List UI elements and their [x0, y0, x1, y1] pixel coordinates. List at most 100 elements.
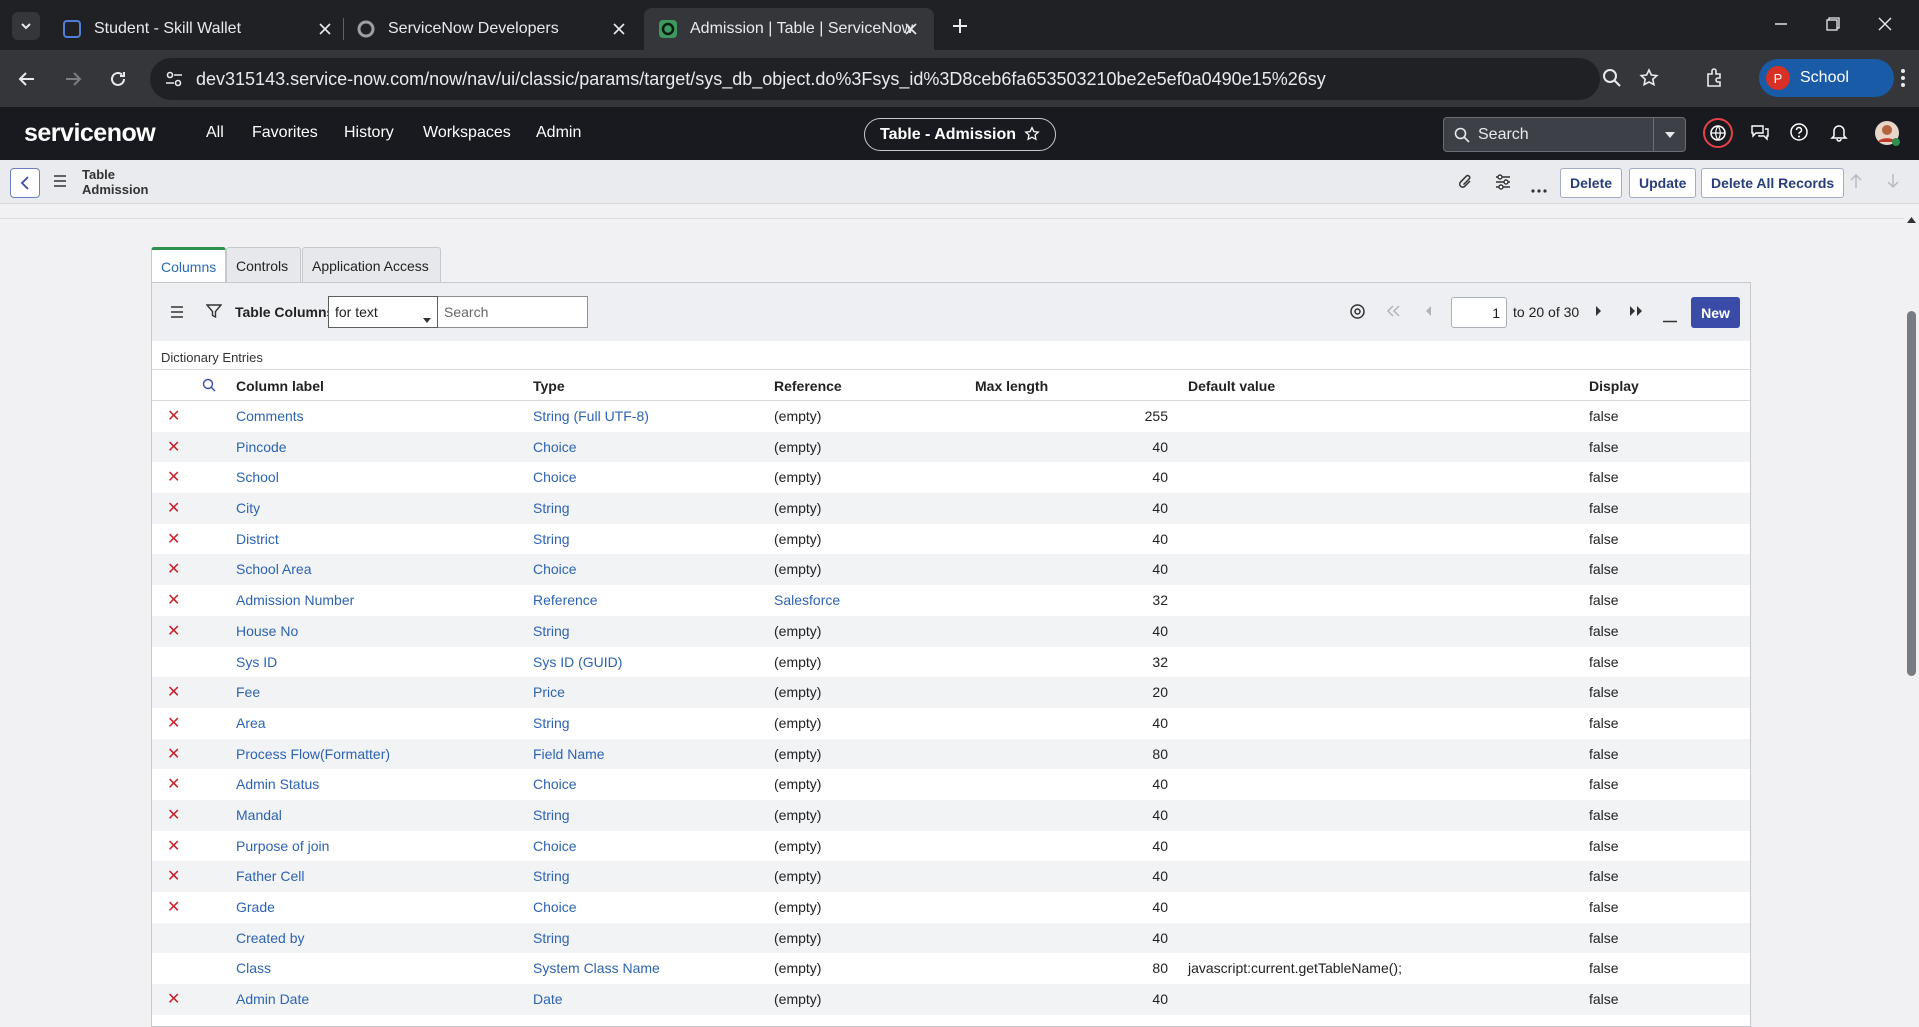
next-page-icon[interactable]: [1595, 304, 1603, 322]
chat-icon[interactable]: [1750, 122, 1770, 147]
back-arrow-icon[interactable]: [12, 64, 42, 94]
cell-type[interactable]: Choice: [533, 561, 577, 577]
delete-row-x-icon[interactable]: ✕: [167, 866, 180, 886]
column-header-label[interactable]: Column label: [236, 378, 324, 394]
cell-column-label[interactable]: Class: [236, 960, 271, 976]
zoom-icon[interactable]: [1602, 68, 1622, 93]
close-tab-icon[interactable]: [902, 20, 920, 38]
list-settings-gear-icon[interactable]: [1349, 303, 1366, 325]
minimize-window-icon[interactable]: [1758, 8, 1804, 40]
address-bar[interactable]: dev315143.service-now.com/now/nav/ui/cla…: [150, 58, 1621, 100]
table-row[interactable]: ✕ Comments String (Full UTF-8) (empty) 255 fa…: [152, 401, 1750, 432]
cell-type[interactable]: String: [533, 715, 570, 731]
table-row[interactable]: ✕ Admission Number Reference Salesforce 32 fa…: [152, 585, 1750, 616]
delete-row-x-icon[interactable]: ✕: [167, 498, 180, 518]
table-row[interactable]: ✕ District String (empty) 40 false: [152, 524, 1750, 555]
personalize-sliders-icon[interactable]: [1494, 173, 1512, 196]
column-header-reference[interactable]: Reference: [774, 378, 842, 394]
table-row[interactable]: ✕ Process Flow(Formatter) Field Name (empty…: [152, 738, 1750, 770]
cell-column-label[interactable]: Mandal: [236, 807, 282, 823]
cell-type[interactable]: Choice: [533, 469, 577, 485]
browser-tab-servicenow-developers[interactable]: ServiceNow Developers: [342, 8, 642, 50]
nav-admin[interactable]: Admin: [536, 124, 581, 142]
close-tab-icon[interactable]: [316, 20, 334, 38]
previous-record-arrow-icon[interactable]: [1849, 173, 1863, 194]
delete-row-x-icon[interactable]: ✕: [167, 805, 180, 825]
delete-row-x-icon[interactable]: ✕: [167, 682, 180, 702]
browser-menu-kebab-icon[interactable]: [1900, 68, 1906, 93]
back-button[interactable]: [10, 168, 40, 198]
delete-row-x-icon[interactable]: ✕: [167, 406, 180, 426]
cell-type[interactable]: Choice: [533, 838, 577, 854]
globe-scope-icon[interactable]: [1703, 118, 1733, 153]
table-row[interactable]: ✕ Pincode Choice (empty) 40 false: [152, 431, 1750, 463]
table-row[interactable]: ✕ House No String (empty) 40 false: [152, 615, 1750, 647]
column-header-display[interactable]: Display: [1589, 378, 1639, 394]
delete-row-x-icon[interactable]: ✕: [167, 590, 180, 610]
table-row[interactable]: Sys ID Sys ID (GUID) (empty) 32 false: [152, 647, 1750, 678]
column-header-default-value[interactable]: Default value: [1188, 378, 1275, 394]
cell-type[interactable]: Sys ID (GUID): [533, 654, 622, 670]
cell-type[interactable]: String: [533, 623, 570, 639]
cell-type[interactable]: Price: [533, 684, 565, 700]
close-tab-icon[interactable]: [610, 20, 628, 38]
delete-row-x-icon[interactable]: ✕: [167, 897, 180, 917]
global-search[interactable]: Search: [1443, 117, 1686, 152]
attachment-paperclip-icon[interactable]: [1457, 173, 1475, 196]
reload-icon[interactable]: [103, 64, 133, 94]
list-context-menu-icon[interactable]: [170, 305, 184, 323]
cell-column-label[interactable]: Admin Date: [236, 991, 309, 1007]
notifications-bell-icon[interactable]: [1829, 122, 1849, 147]
column-header-type[interactable]: Type: [533, 378, 565, 394]
site-info-icon[interactable]: [164, 69, 184, 94]
browser-tab-admission-table[interactable]: Admission | Table | ServiceNow: [644, 8, 934, 50]
cell-reference[interactable]: Salesforce: [774, 592, 840, 608]
update-button[interactable]: Update: [1629, 168, 1697, 198]
close-window-icon[interactable]: [1862, 8, 1908, 40]
servicenow-logo[interactable]: servicenow: [24, 119, 156, 148]
filter-funnel-icon[interactable]: [205, 303, 223, 324]
cell-column-label[interactable]: Grade: [236, 899, 275, 915]
column-search-icon[interactable]: [202, 378, 216, 397]
forward-arrow-icon[interactable]: [58, 64, 88, 94]
cell-column-label[interactable]: District: [236, 531, 279, 547]
more-options-ellipsis-icon[interactable]: [1531, 180, 1547, 198]
new-tab-plus-icon[interactable]: [947, 13, 973, 39]
cell-type[interactable]: Choice: [533, 439, 577, 455]
delete-row-x-icon[interactable]: ✕: [167, 467, 180, 487]
cell-type[interactable]: Date: [533, 991, 563, 1007]
cell-type[interactable]: Reference: [533, 592, 598, 608]
delete-row-x-icon[interactable]: ✕: [167, 559, 180, 579]
delete-row-x-icon[interactable]: ✕: [167, 744, 180, 764]
scroll-up-arrow-icon[interactable]: [1907, 210, 1916, 228]
tab-application-access[interactable]: Application Access: [302, 247, 441, 283]
delete-row-x-icon[interactable]: ✕: [167, 774, 180, 794]
cell-column-label[interactable]: Comments: [236, 408, 304, 424]
collapse-list-icon[interactable]: [1663, 310, 1677, 328]
cell-type[interactable]: Choice: [533, 899, 577, 915]
table-row[interactable]: ✕ Mandal String (empty) 40 false: [152, 799, 1750, 831]
new-button[interactable]: New: [1691, 297, 1740, 328]
first-page-icon[interactable]: [1386, 304, 1400, 322]
delete-button[interactable]: Delete: [1560, 168, 1623, 198]
delete-row-x-icon[interactable]: ✕: [167, 621, 180, 641]
delete-row-x-icon[interactable]: ✕: [167, 836, 180, 856]
delete-row-x-icon[interactable]: ✕: [167, 713, 180, 733]
table-row[interactable]: ✕ Grade Choice (empty) 40 false: [152, 892, 1750, 923]
cell-column-label[interactable]: Pincode: [236, 439, 287, 455]
table-row[interactable]: ✕ Admin Date Date (empty) 40 false: [152, 984, 1750, 1015]
list-search-input[interactable]: Search: [438, 296, 588, 328]
cell-column-label[interactable]: House No: [236, 623, 298, 639]
table-row[interactable]: ✕ School Choice (empty) 40 false: [152, 462, 1750, 493]
delete-all-records-button[interactable]: Delete All Records: [1701, 168, 1845, 198]
cell-column-label[interactable]: Admission Number: [236, 592, 354, 608]
restore-window-icon[interactable]: [1810, 8, 1856, 40]
nav-workspaces[interactable]: Workspaces: [423, 124, 511, 142]
next-record-arrow-icon[interactable]: [1886, 173, 1900, 194]
user-avatar[interactable]: [1874, 120, 1900, 151]
help-icon[interactable]: [1789, 122, 1809, 147]
tab-columns[interactable]: Columns: [151, 247, 226, 283]
tab-controls[interactable]: Controls: [226, 247, 301, 283]
cell-column-label[interactable]: Process Flow(Formatter): [236, 746, 390, 762]
cell-column-label[interactable]: Created by: [236, 930, 304, 946]
